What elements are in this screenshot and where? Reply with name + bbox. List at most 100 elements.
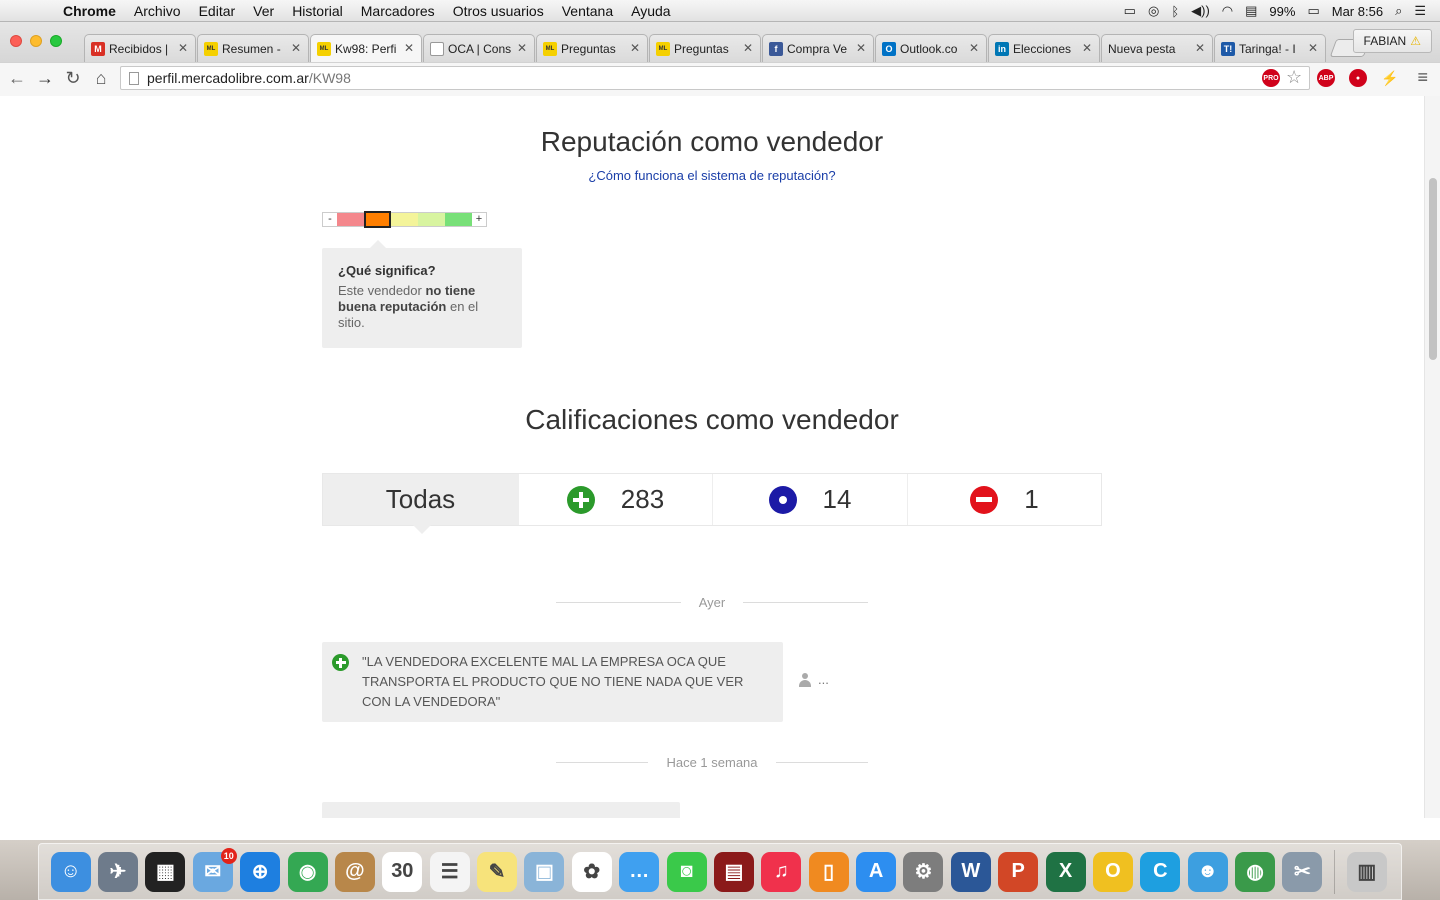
messages-icon[interactable]: … bbox=[619, 851, 660, 892]
ibooks-icon[interactable]: ▯ bbox=[808, 851, 849, 892]
browser-tab[interactable]: O Outlook.co ✕ bbox=[875, 34, 987, 62]
menu-marcadores[interactable]: Marcadores bbox=[352, 3, 444, 19]
menu-otros-usuarios[interactable]: Otros usuarios bbox=[444, 3, 553, 19]
tab-close-icon[interactable]: ✕ bbox=[1308, 41, 1318, 55]
pro-extension-icon[interactable]: PRO bbox=[1262, 69, 1280, 87]
tab-title: Resumen - bbox=[222, 41, 281, 56]
page-scrollbar[interactable] bbox=[1424, 96, 1440, 818]
utility-icon[interactable]: ✂ bbox=[1282, 851, 1323, 892]
menu-historial[interactable]: Historial bbox=[283, 3, 352, 19]
notes-icon[interactable]: ✎ bbox=[477, 851, 518, 892]
tab-close-icon[interactable]: ✕ bbox=[404, 41, 414, 55]
ublock-icon[interactable]: ● bbox=[1349, 69, 1367, 87]
itunes-icon[interactable]: ♫ bbox=[761, 851, 802, 892]
preview-icon[interactable]: ▣ bbox=[524, 851, 565, 892]
bookmark-star-icon[interactable]: ☆ bbox=[1286, 67, 1302, 88]
photos-icon[interactable]: ✿ bbox=[571, 851, 612, 892]
browser-tab[interactable]: M Recibidos | ✕ bbox=[84, 34, 196, 62]
bluetooth-icon[interactable]: ᛒ bbox=[1171, 4, 1179, 19]
divider-line bbox=[556, 761, 649, 763]
airplay-icon[interactable]: ▭ bbox=[1124, 3, 1136, 19]
close-window-button[interactable] bbox=[10, 35, 22, 47]
chrome-menu-icon[interactable]: ≡ bbox=[1417, 67, 1428, 88]
feedback-user[interactable]: ... bbox=[798, 672, 829, 687]
forward-button[interactable]: → bbox=[34, 67, 56, 89]
tab-negativas[interactable]: 1 bbox=[908, 474, 1101, 525]
tab-positivas[interactable]: 283 bbox=[519, 474, 713, 525]
reputation-help-link[interactable]: ¿Cómo funciona el sistema de reputación? bbox=[0, 168, 1424, 183]
menubar-clock[interactable]: Mar 8:56 bbox=[1332, 4, 1383, 19]
chrome-icon[interactable]: ◉ bbox=[287, 851, 328, 892]
browser-tab[interactable]: ML Resumen - ✕ bbox=[197, 34, 309, 62]
minimize-window-button[interactable] bbox=[30, 35, 42, 47]
reminders-icon[interactable]: ☰ bbox=[429, 851, 470, 892]
reputation-level bbox=[445, 213, 472, 226]
reload-button[interactable]: ↻ bbox=[62, 67, 84, 89]
lync-icon[interactable]: C bbox=[1140, 851, 1181, 892]
tab-close-icon[interactable]: ✕ bbox=[856, 41, 866, 55]
scrollbar-thumb[interactable] bbox=[1429, 178, 1437, 360]
battery-icon[interactable]: ▭ bbox=[1307, 3, 1319, 19]
menu-editar[interactable]: Editar bbox=[190, 3, 245, 19]
powerpoint-icon[interactable]: P bbox=[998, 851, 1039, 892]
wifi-icon[interactable]: ◠ bbox=[1222, 3, 1233, 19]
browser-tab[interactable]: OCA | Cons ✕ bbox=[423, 34, 535, 62]
flag-icon[interactable]: ▤ bbox=[1245, 3, 1257, 19]
zoom-window-button[interactable] bbox=[50, 35, 62, 47]
outlook-icon[interactable]: O bbox=[1092, 851, 1133, 892]
browser-tab[interactable]: f Compra Ve ✕ bbox=[762, 34, 874, 62]
browser-tab[interactable]: ML Preguntas ✕ bbox=[649, 34, 761, 62]
tab-close-icon[interactable]: ✕ bbox=[969, 41, 979, 55]
browser-tab[interactable]: Nueva pestañ ✕ bbox=[1101, 34, 1213, 62]
volume-icon[interactable]: ◀)) bbox=[1191, 3, 1210, 19]
spotlight-search-icon[interactable]: ⌕ bbox=[1395, 3, 1402, 19]
menu-app-name[interactable]: Chrome bbox=[54, 3, 125, 19]
menu-archivo[interactable]: Archivo bbox=[125, 3, 190, 19]
menu-ver[interactable]: Ver bbox=[244, 3, 283, 19]
mail-icon[interactable]: ✉ 10 bbox=[192, 847, 237, 892]
safari-icon[interactable]: ⊕ bbox=[240, 851, 281, 892]
lightning-extension-icon[interactable]: ⚡ bbox=[1381, 69, 1399, 87]
tab-close-icon[interactable]: ✕ bbox=[178, 41, 188, 55]
facetime-icon[interactable]: ◙ bbox=[666, 851, 707, 892]
activity-monitor-icon[interactable]: ▦ bbox=[145, 851, 186, 892]
dock-glyph: ▯ bbox=[823, 861, 835, 883]
system-preferences-icon[interactable]: ⚙ bbox=[903, 851, 944, 892]
browser-tab[interactable]: T! Taringa! - I ✕ bbox=[1214, 34, 1326, 62]
excel-icon[interactable]: X bbox=[1045, 851, 1086, 892]
browser-tab[interactable]: ML Preguntas ✕ bbox=[536, 34, 648, 62]
tab-close-icon[interactable]: ✕ bbox=[1082, 41, 1092, 55]
app-store-icon[interactable]: A bbox=[856, 851, 897, 892]
photo-booth-icon[interactable]: ▤ bbox=[713, 851, 754, 892]
finder-icon[interactable]: ☺ bbox=[50, 851, 91, 892]
tab-close-icon[interactable]: ✕ bbox=[291, 41, 301, 55]
tab-neutrales[interactable]: 14 bbox=[713, 474, 908, 525]
reputation-level bbox=[391, 213, 418, 226]
dock-glyph: ◉ bbox=[298, 861, 317, 883]
accessibility-icon[interactable]: ◎ bbox=[1148, 3, 1159, 19]
tab-todas[interactable]: Todas bbox=[323, 474, 519, 534]
tab-close-icon[interactable]: ✕ bbox=[517, 41, 527, 55]
profile-button[interactable]: FABIAN ⚠ bbox=[1352, 29, 1432, 53]
messenger-icon[interactable]: ☻ bbox=[1187, 851, 1228, 892]
address-bar[interactable]: perfil.mercadolibre.com.ar/KW98 bbox=[120, 66, 1310, 90]
back-button[interactable]: ← bbox=[6, 67, 28, 89]
word-icon[interactable]: W bbox=[950, 851, 991, 892]
menu-ventana[interactable]: Ventana bbox=[553, 3, 622, 19]
contacts-icon[interactable]: @ bbox=[334, 851, 375, 892]
network-icon[interactable]: ◍ bbox=[1235, 851, 1276, 892]
tab-close-icon[interactable]: ✕ bbox=[743, 41, 753, 55]
menu-ayuda[interactable]: Ayuda bbox=[622, 3, 679, 19]
launchpad-icon[interactable]: ✈ bbox=[98, 851, 139, 892]
trash-icon[interactable]: ▥ bbox=[1346, 851, 1387, 892]
tab-close-icon[interactable]: ✕ bbox=[630, 41, 640, 55]
notification-center-icon[interactable]: ☰ bbox=[1414, 3, 1426, 19]
adblock-plus-icon[interactable]: ABP bbox=[1317, 69, 1335, 87]
page-icon bbox=[129, 72, 139, 85]
calendar-icon[interactable]: 30 bbox=[382, 851, 423, 892]
negative-count: 1 bbox=[1024, 484, 1039, 514]
tab-close-icon[interactable]: ✕ bbox=[1195, 41, 1205, 55]
home-button[interactable]: ⌂ bbox=[90, 67, 112, 89]
browser-tab[interactable]: ML Kw98: Perfi ✕ bbox=[310, 34, 422, 62]
browser-tab[interactable]: in Elecciones ✕ bbox=[988, 34, 1100, 62]
